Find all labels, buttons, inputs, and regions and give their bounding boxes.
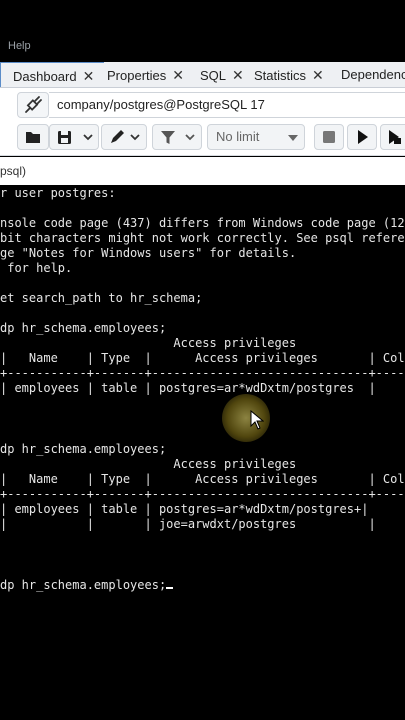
terminal-line: +-----------+-------+-------------------… bbox=[0, 366, 405, 380]
save-icon bbox=[58, 131, 93, 144]
edit-button[interactable] bbox=[101, 124, 147, 150]
tab-dependencies[interactable]: Dependenc bbox=[341, 62, 405, 87]
top-menubar: Help bbox=[0, 0, 405, 62]
filter-button[interactable] bbox=[152, 124, 202, 150]
tab-label: Dependenc bbox=[341, 67, 405, 82]
connection-select[interactable]: company/postgres@PostgreSQL 17 bbox=[49, 92, 405, 118]
terminal-line: | employees | table | postgres=ar*wdDxtm… bbox=[0, 502, 369, 516]
psql-tab[interactable]: psql) bbox=[0, 157, 405, 185]
play-script-icon bbox=[389, 130, 401, 144]
terminal-prompt-line[interactable]: dp hr_schema.employees; bbox=[0, 578, 174, 593]
terminal-line: et search_path to hr_schema; bbox=[0, 291, 203, 305]
terminal-line: +-----------+-------+-------------------… bbox=[0, 487, 405, 501]
terminal-line: nsole code page (437) differs from Windo… bbox=[0, 216, 405, 230]
connection-status-button[interactable] bbox=[17, 92, 49, 118]
text-cursor bbox=[166, 587, 174, 589]
execute-button[interactable] bbox=[347, 124, 377, 150]
plug-icon bbox=[25, 96, 42, 113]
terminal-line: for help. bbox=[0, 261, 73, 275]
mouse-pointer-icon bbox=[250, 410, 264, 430]
terminal-line: | | | joe=arwdxt/postgres | bbox=[0, 517, 376, 531]
psql-tab-label: psql) bbox=[0, 164, 27, 178]
close-icon[interactable]: ✕ bbox=[312, 67, 324, 83]
save-button[interactable] bbox=[49, 124, 99, 150]
filter-icon bbox=[161, 131, 195, 144]
menu-help[interactable]: Help bbox=[8, 40, 31, 52]
terminal-command: dp hr_schema.employees; bbox=[0, 578, 167, 592]
tab-properties[interactable]: Properties ✕ bbox=[107, 62, 184, 87]
terminal-line: dp hr_schema.employees; bbox=[0, 442, 167, 456]
close-icon[interactable]: ✕ bbox=[172, 67, 184, 83]
stop-button[interactable] bbox=[314, 124, 344, 150]
panel-tabs: Dashboard ✕ Properties ✕ SQL ✕ Statistics ✕ … bbox=[0, 62, 405, 88]
tab-label: Dashboard bbox=[13, 69, 77, 84]
terminal-line: Access privileges bbox=[0, 457, 297, 471]
row-limit-select[interactable]: No limit bbox=[207, 124, 305, 150]
terminal-line: dp hr_schema.employees; bbox=[0, 321, 167, 335]
tab-sql[interactable]: SQL ✕ bbox=[200, 62, 244, 87]
close-icon[interactable]: ✕ bbox=[83, 68, 95, 84]
tab-label: Properties bbox=[107, 68, 167, 83]
tab-statistics[interactable]: Statistics ✕ bbox=[254, 62, 324, 87]
execute-script-button[interactable] bbox=[380, 124, 405, 150]
bottom-area bbox=[0, 640, 405, 720]
terminal-line: bit characters might not work correctly.… bbox=[0, 231, 405, 245]
terminal-line: r user postgres: bbox=[0, 186, 116, 200]
psql-terminal[interactable]: r user postgres: nsole code page (437) d… bbox=[0, 185, 405, 640]
tab-dashboard[interactable]: Dashboard ✕ bbox=[0, 62, 104, 87]
play-icon bbox=[358, 130, 368, 144]
terminal-line: | employees | table | postgres=ar*wdDxtm… bbox=[0, 381, 376, 395]
terminal-line: | Name | Type | Access privileges | Colu… bbox=[0, 472, 405, 486]
folder-icon bbox=[26, 132, 40, 143]
pen-icon bbox=[111, 130, 140, 143]
open-file-button[interactable] bbox=[17, 124, 49, 150]
terminal-line: ge "Notes for Windows users" for details… bbox=[0, 246, 297, 260]
connection-bar: company/postgres@PostgreSQL 17 bbox=[0, 88, 405, 120]
tab-label: Statistics bbox=[254, 68, 307, 83]
terminal-line: Access privileges bbox=[0, 336, 297, 350]
close-icon[interactable]: ✕ bbox=[232, 67, 244, 83]
query-toolbar: No limit bbox=[0, 120, 405, 156]
tab-label: SQL bbox=[200, 68, 227, 83]
row-limit-value: No limit bbox=[216, 129, 260, 144]
stop-icon bbox=[323, 131, 335, 143]
caret-down-icon bbox=[288, 135, 298, 141]
terminal-line: | Name | Type | Access privileges | Colu… bbox=[0, 351, 405, 365]
